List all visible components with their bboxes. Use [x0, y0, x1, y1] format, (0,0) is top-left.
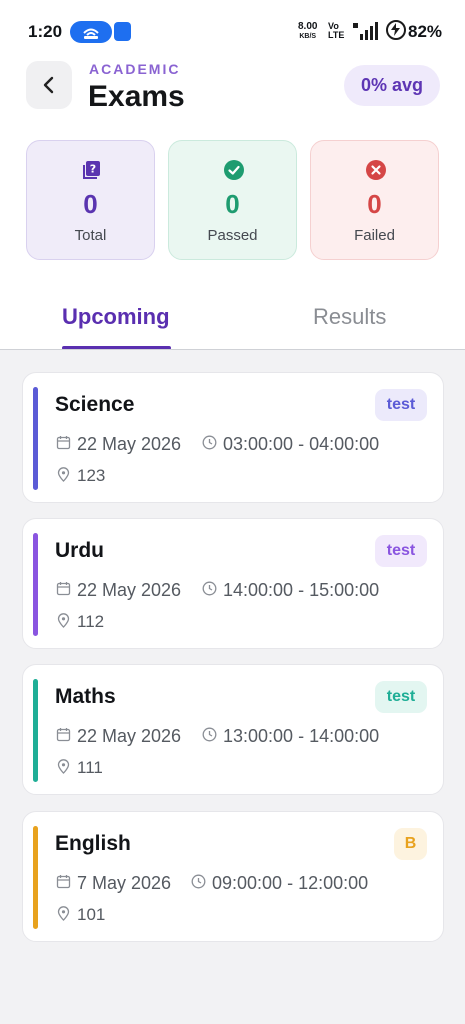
exam-date: 22 May 2026: [77, 580, 182, 600]
exam-time: 14:00:00 - 15:00:00: [223, 580, 380, 600]
tab-divider: [0, 349, 465, 350]
clock-icon: [202, 727, 217, 742]
average-badge: 0% avg: [344, 65, 440, 106]
accent-bar: [33, 679, 38, 782]
exam-subject: Maths: [55, 685, 116, 708]
clock-icon: [202, 581, 217, 596]
clock-icon: [202, 435, 217, 450]
battery-charging-icon: [386, 20, 406, 40]
location-pin-icon: [57, 467, 70, 482]
page-kicker: ACADEMIC: [89, 61, 181, 77]
stat-total-label: Total: [74, 227, 107, 244]
stat-failed-value: 0: [367, 189, 382, 219]
location-pin-icon: [57, 613, 70, 628]
x-circle-icon: [366, 160, 386, 180]
accent-bar: [33, 533, 38, 636]
clock-icon: [191, 874, 206, 889]
check-circle-icon: [224, 160, 244, 180]
stat-passed-label: Passed: [207, 227, 258, 244]
exam-grade-badge: B: [394, 828, 427, 860]
calendar-icon: [56, 436, 71, 450]
question-book-icon: ?: [83, 161, 100, 179]
calendar-icon: [56, 875, 71, 889]
exam-time: 13:00:00 - 14:00:00: [223, 726, 380, 746]
app-notification-icon: [114, 22, 131, 41]
back-button[interactable]: [26, 61, 72, 109]
volte-indicator: Vo LTE: [328, 22, 344, 40]
status-time: 1:20: [28, 22, 63, 41]
exam-subject: Urdu: [55, 539, 104, 562]
exam-room: 101: [77, 905, 106, 924]
exam-card[interactable]: English B 7 May 2026 09:00:00 - 12:00:00…: [22, 811, 444, 942]
network-speed-unit: KB/S: [299, 33, 317, 40]
location-pin-icon: [57, 906, 70, 921]
exam-card[interactable]: Maths test 22 May 2026 13:00:00 - 14:00:…: [22, 664, 444, 795]
accent-bar: [33, 826, 38, 929]
exam-date: 7 May 2026: [77, 873, 172, 893]
calendar-icon: [56, 728, 71, 742]
exam-subject: English: [55, 832, 131, 855]
exam-time: 03:00:00 - 04:00:00: [223, 434, 380, 454]
exam-subject: Science: [55, 393, 135, 416]
stat-passed-value: 0: [225, 189, 240, 219]
stat-card-passed: 0 Passed: [168, 140, 297, 260]
signal-icon: [353, 22, 378, 40]
status-bar: 1:20 8.00 KB/S Vo LTE 82%: [0, 0, 465, 62]
stat-card-failed: 0 Failed: [310, 140, 439, 260]
battery-percent: 82%: [408, 22, 443, 41]
exam-time: 09:00:00 - 12:00:00: [212, 873, 369, 893]
exam-type-badge: test: [375, 389, 427, 421]
stat-total-value: 0: [83, 189, 98, 219]
chevron-left-icon: [43, 76, 54, 94]
exam-room: 112: [77, 612, 105, 631]
volte-bottom: LTE: [328, 30, 345, 40]
tab-results[interactable]: Results: [313, 304, 386, 330]
network-speed: 8.00 KB/S: [298, 22, 317, 41]
stat-card-total: ? 0 Total: [26, 140, 155, 260]
accent-bar: [33, 387, 38, 490]
stat-failed-label: Failed: [354, 227, 395, 244]
exam-room: 123: [77, 466, 106, 485]
calendar-icon: [56, 582, 71, 596]
hotspot-icon: [70, 21, 112, 43]
svg-text:?: ?: [90, 163, 96, 176]
exam-type-badge: test: [375, 681, 427, 713]
network-speed-value: 8.00: [298, 21, 318, 32]
exam-date: 22 May 2026: [77, 434, 182, 454]
exam-date: 22 May 2026: [77, 726, 182, 746]
page-title: Exams: [88, 80, 185, 113]
exam-card[interactable]: Urdu test 22 May 2026 14:00:00 - 15:00:0…: [22, 518, 444, 649]
tab-upcoming[interactable]: Upcoming: [62, 304, 170, 330]
exam-type-badge: test: [375, 535, 427, 567]
exam-room: 111: [77, 758, 103, 777]
exam-card[interactable]: Science test 22 May 2026 03:00:00 - 04:0…: [22, 372, 444, 503]
location-pin-icon: [57, 759, 70, 774]
